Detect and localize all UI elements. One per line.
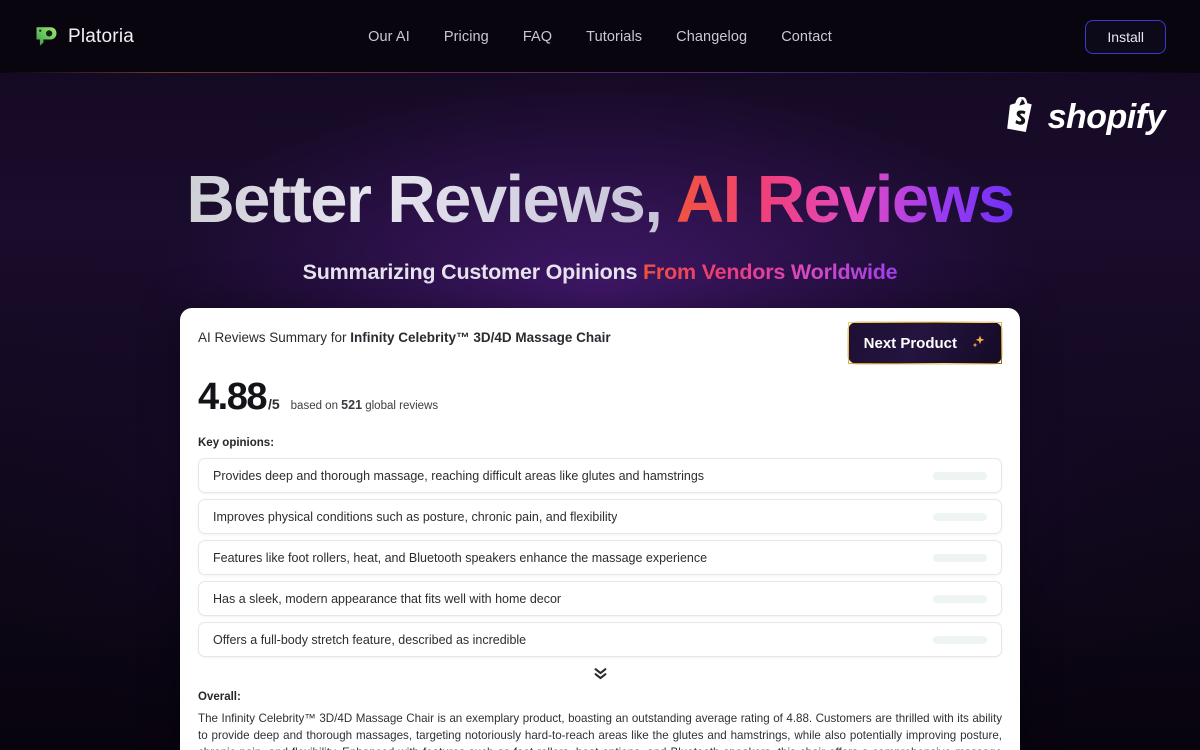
- list-item[interactable]: Provides deep and thorough massage, reac…: [198, 458, 1002, 493]
- summary-title: AI Reviews Summary for Infinity Celebrit…: [198, 326, 611, 345]
- shopify-bag-icon: [1005, 95, 1039, 140]
- opinion-text: Improves physical conditions such as pos…: [213, 509, 618, 524]
- list-item[interactable]: Offers a full-body stretch feature, desc…: [198, 622, 1002, 657]
- rating-count-suffix: global reviews: [362, 400, 439, 412]
- nav-link-pricing[interactable]: Pricing: [444, 29, 489, 45]
- page-subtitle: Summarizing Customer Opinions From Vendo…: [0, 260, 1200, 285]
- opinion-score-bar: [933, 471, 987, 480]
- platoria-logo-icon: [34, 24, 59, 49]
- opinion-score-bar: [933, 553, 987, 562]
- key-opinions-label: Key opinions:: [198, 437, 275, 449]
- next-product-label: Next Product: [863, 334, 957, 352]
- nav-link-faq[interactable]: FAQ: [523, 29, 552, 45]
- next-product-button[interactable]: Next Product: [847, 322, 1002, 364]
- opinion-text: Has a sleek, modern appearance that fits…: [213, 591, 562, 606]
- brand-logo[interactable]: Platoria: [34, 24, 134, 49]
- rating-denominator: /5: [267, 396, 280, 412]
- opinion-score-bar: [933, 635, 987, 644]
- shopify-wordmark: shopify: [1047, 98, 1166, 136]
- card-header: AI Reviews Summary for Infinity Celebrit…: [198, 322, 1002, 364]
- install-button[interactable]: Install: [1085, 19, 1166, 54]
- expand-opinions-button[interactable]: [198, 663, 1002, 685]
- headline-plain: Better Reviews,: [186, 162, 663, 237]
- list-item[interactable]: Improves physical conditions such as pos…: [198, 499, 1002, 534]
- opinion-text: Provides deep and thorough massage, reac…: [213, 468, 705, 483]
- nav-link-our-ai[interactable]: Our AI: [368, 29, 410, 45]
- list-item[interactable]: Has a sleek, modern appearance that fits…: [198, 581, 1002, 616]
- double-chevron-down-icon: [594, 667, 607, 681]
- top-navigation-bar: Platoria Our AI Pricing FAQ Tutorials Ch…: [0, 0, 1200, 73]
- brand-name: Platoria: [68, 25, 135, 47]
- list-item[interactable]: Features like foot rollers, heat, and Bl…: [198, 540, 1002, 575]
- overall-summary-text: The Infinity Celebrity™ 3D/4D Massage Ch…: [198, 712, 1002, 750]
- opinion-text: Features like foot rollers, heat, and Bl…: [213, 550, 708, 565]
- ai-review-summary-card: AI Reviews Summary for Infinity Celebrit…: [180, 308, 1020, 750]
- subhead-gradient: From Vendors Worldwide: [643, 260, 898, 285]
- rating-value: 4.88: [198, 376, 267, 418]
- page-title: Better Reviews, AI Reviews: [0, 162, 1200, 237]
- overall-label: Overall:: [198, 691, 241, 703]
- opinion-text: Offers a full-body stretch feature, desc…: [213, 632, 527, 647]
- subhead-plain: Summarizing Customer Opinions: [302, 260, 638, 285]
- headline-gradient: AI Reviews: [675, 162, 1015, 237]
- rating-row: 4.88 /5 based on 521 global reviews: [198, 376, 1002, 419]
- nav-link-tutorials[interactable]: Tutorials: [586, 29, 642, 45]
- key-opinions-list: Provides deep and thorough massage, reac…: [198, 458, 1002, 657]
- shopify-badge: shopify: [1005, 95, 1166, 140]
- nav-link-contact[interactable]: Contact: [781, 29, 832, 45]
- summary-product-name: Infinity Celebrity™ 3D/4D Massage Chair: [350, 330, 611, 345]
- rating-meta: based on 521 global reviews: [291, 398, 438, 412]
- opinion-score-bar: [933, 594, 987, 603]
- rating-based-on-text: based on: [290, 400, 342, 412]
- opinion-score-bar: [933, 512, 987, 521]
- nav-links: Our AI Pricing FAQ Tutorials Changelog C…: [0, 29, 1200, 45]
- sparkle-icon: [971, 334, 986, 352]
- rating-count: 521: [341, 398, 363, 412]
- summary-title-prefix: AI Reviews Summary for: [198, 330, 351, 345]
- nav-link-changelog[interactable]: Changelog: [676, 29, 747, 45]
